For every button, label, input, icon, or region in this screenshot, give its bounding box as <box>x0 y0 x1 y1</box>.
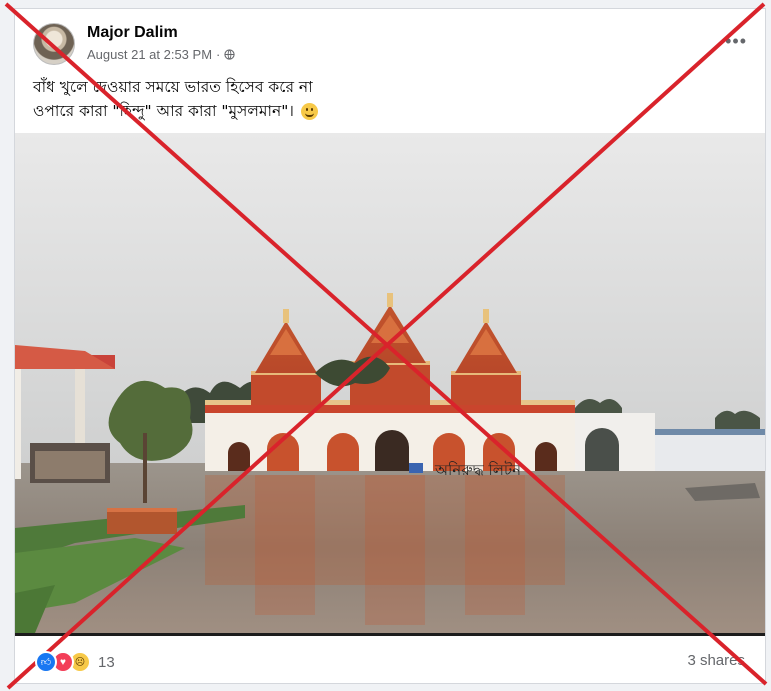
flooded-temple-image: অনিরুদ্ধ লিটন <box>15 133 765 633</box>
post-header: Major Dalim August 21 at 2:53 PM · ••• <box>15 9 765 69</box>
shares-count[interactable]: 3 shares <box>687 652 745 669</box>
screenshot-frame: Major Dalim August 21 at 2:53 PM · ••• ব… <box>0 0 771 691</box>
globe-icon <box>224 49 236 60</box>
reaction-count: 13 <box>98 653 115 671</box>
post-photo[interactable]: অনিরুদ্ধ লিটন <box>15 133 765 636</box>
smile-emoji-icon <box>300 103 318 120</box>
photo-watermark: অনিরুদ্ধ লিটন <box>434 461 522 479</box>
post-text: বাঁধ খুলে দেওয়ার সময়ে ভারত হিসেব করে ন… <box>33 75 733 123</box>
post-meta: August 21 at 2:53 PM · <box>87 47 236 62</box>
reaction-summary[interactable]: 👍︎ ♥ ☹ 13 <box>35 651 115 673</box>
meta-separator: · <box>216 47 221 62</box>
post-footer: 👍︎ ♥ ☹ 13 3 shares <box>15 639 765 683</box>
post-timestamp[interactable]: August 21 at 2:53 PM <box>87 47 212 62</box>
post-text-line-2-wrap: ওপারে কারা "হিন্দু" আর কারা "মুসলমান"। <box>33 99 733 123</box>
post-text-line-2: ওপারে কারা "হিন্দু" আর কারা "মুসলমান"। <box>33 102 294 120</box>
avatar[interactable] <box>33 23 75 65</box>
post-text-line-1: বাঁধ খুলে দেওয়ার সময়ে ভারত হিসেব করে ন… <box>33 78 313 96</box>
more-options-button[interactable]: ••• <box>725 31 747 52</box>
post-card: Major Dalim August 21 at 2:53 PM · ••• ব… <box>14 8 766 684</box>
more-dots-icon: ••• <box>725 31 747 51</box>
like-icon: 👍︎ <box>35 651 57 673</box>
author-name[interactable]: Major Dalim <box>87 24 178 42</box>
